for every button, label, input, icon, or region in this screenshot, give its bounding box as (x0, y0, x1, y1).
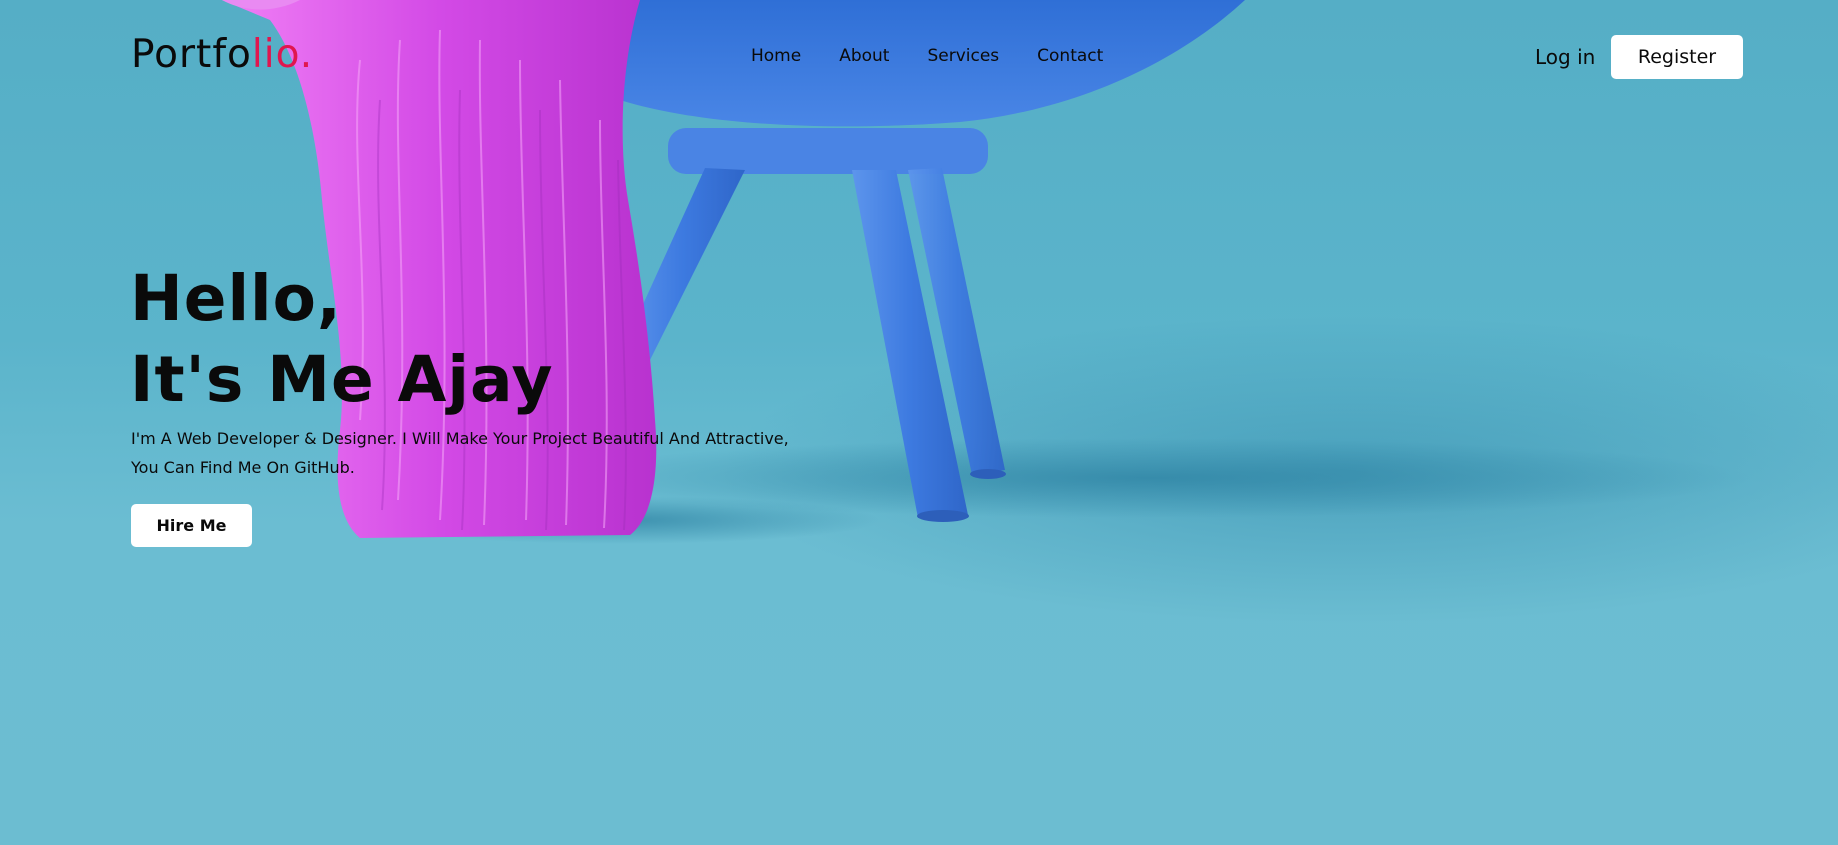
register-button[interactable]: Register (1611, 35, 1743, 79)
hero-description-line2: You Can Find Me On GitHub. (131, 458, 355, 477)
pink-monster-chair-illustration (222, 0, 1750, 544)
nav-item-about[interactable]: About (839, 46, 889, 66)
hero-title: Hello, It's Me Ajay (130, 258, 554, 420)
main-nav: Home About Services Contact (751, 46, 1103, 66)
nav-item-services[interactable]: Services (927, 46, 999, 66)
hero-title-line1: Hello, (130, 262, 342, 335)
hero-title-line2: It's Me Ajay (130, 343, 554, 416)
hero-description-line1: I'm A Web Developer & Designer. I Will M… (131, 429, 789, 448)
logo[interactable]: Portfolio. (131, 32, 313, 77)
nav-item-home[interactable]: Home (751, 46, 801, 66)
hero-background-image (0, 0, 1838, 845)
hire-me-button[interactable]: Hire Me (131, 504, 252, 547)
hero-description: I'm A Web Developer & Designer. I Will M… (131, 424, 831, 482)
nav-item-contact[interactable]: Contact (1037, 46, 1103, 66)
login-link[interactable]: Log in (1535, 45, 1595, 69)
logo-accent-text: lio. (251, 32, 314, 77)
logo-main-text: Portfo (131, 32, 252, 77)
